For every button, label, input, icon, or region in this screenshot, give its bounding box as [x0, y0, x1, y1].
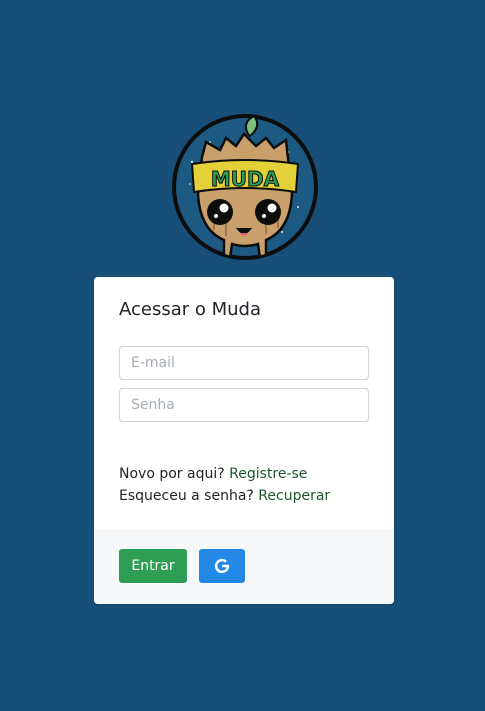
login-card: Acessar o Muda Novo por aqui? Registre-s… [94, 277, 394, 604]
muda-logo: MUDA [172, 114, 318, 260]
password-input[interactable] [119, 388, 369, 422]
register-line: Novo por aqui? Registre-se [119, 466, 307, 482]
google-icon [214, 558, 230, 574]
email-input[interactable] [119, 346, 369, 380]
card-body: Acessar o Muda Novo por aqui? Registre-s… [94, 277, 394, 529]
recover-prompt: Esqueceu a senha? [119, 488, 254, 504]
google-login-button[interactable] [199, 549, 245, 583]
login-button[interactable]: Entrar [119, 549, 187, 583]
recover-link[interactable]: Recuperar [258, 488, 330, 504]
register-link[interactable]: Registre-se [229, 466, 307, 482]
card-footer: Entrar [94, 529, 394, 604]
card-title: Acessar o Muda [119, 299, 262, 320]
logo-text: MUDA [211, 167, 280, 191]
recover-line: Esqueceu a senha? Recuperar [119, 488, 330, 504]
register-prompt: Novo por aqui? [119, 466, 225, 482]
